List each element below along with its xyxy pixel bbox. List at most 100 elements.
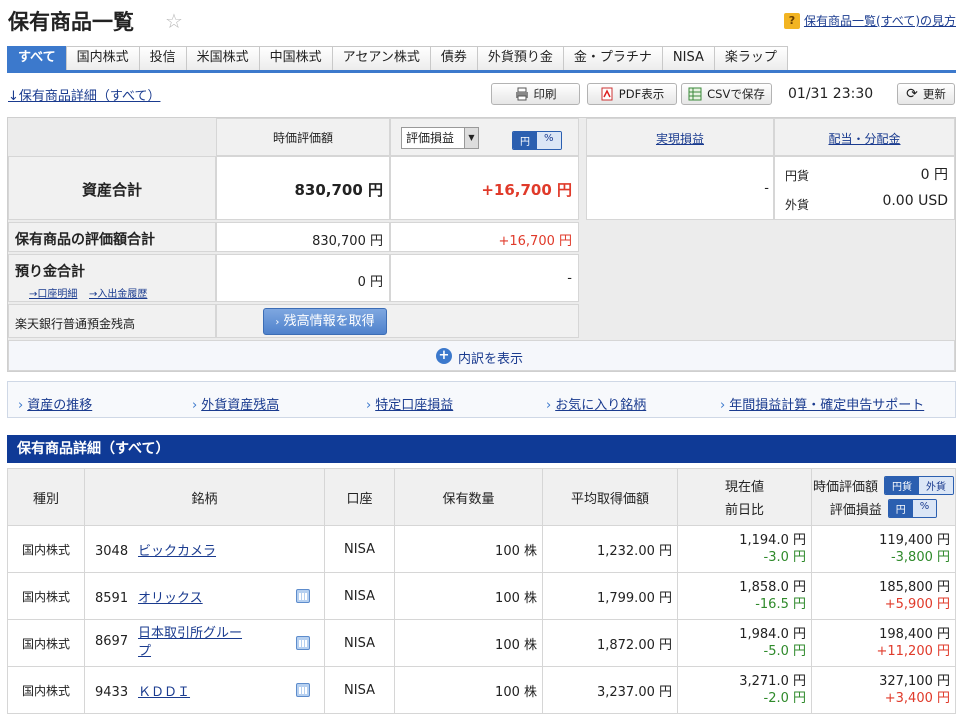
unit-toggle[interactable]: 円 % <box>512 131 562 150</box>
jump-to-detail-link[interactable]: ↓保有商品詳細（すべて） <box>8 85 160 104</box>
star-icon[interactable]: ☆ <box>165 9 183 33</box>
row-account: NISA <box>324 666 395 714</box>
table-row: 国内株式 8697 日本取引所グループ NISA 100 株 1,872.00 円… <box>7 619 956 667</box>
pl-type-select[interactable]: 評価損益 ▼ <box>401 127 479 149</box>
tab-fx-deposit[interactable]: 外貨預り金 <box>476 46 564 70</box>
tab-all[interactable]: すべて <box>7 46 67 70</box>
specific-account-pl-link[interactable]: 特定口座損益 <box>366 394 453 413</box>
bank-balance-label: 楽天銀行普通預金残高 <box>15 317 136 331</box>
unit-percent[interactable]: % <box>537 132 561 149</box>
pl-header: 評価損益 ▼ 円 % <box>390 118 579 156</box>
col-type: 種別 <box>7 468 85 526</box>
row-stock-link[interactable]: オリックス <box>138 591 203 606</box>
tab-asean-stock[interactable]: アセアン株式 <box>331 46 431 70</box>
detail-section-header: 保有商品詳細（すべて） <box>7 435 956 463</box>
deposit-label-cell: 預り金合計 →口座明細 →入出金履歴 <box>8 254 216 302</box>
pdf-button[interactable]: PDF表示 <box>587 83 677 105</box>
product-tabs: すべて 国内株式 投信 米国株式 中国株式 アセアン株式 債券 外貨預り金 金・… <box>7 46 956 73</box>
row-account: NISA <box>324 619 395 667</box>
transfer-history-link[interactable]: →入出金履歴 <box>89 285 147 300</box>
row-stock-link[interactable]: ＫＤＤＩ <box>138 685 190 700</box>
tax-support-link[interactable]: 年間損益計算・確定申告サポート <box>720 394 924 413</box>
row-name-cell: 8591 オリックス <box>84 572 325 620</box>
deposit-total-label: 預り金合計 <box>15 264 85 280</box>
calendar-icon[interactable] <box>296 683 310 697</box>
row-change: -16.5 円 <box>755 597 806 612</box>
get-balance-button[interactable]: › 残高情報を取得 <box>263 308 387 335</box>
csv-button[interactable]: CSVで保存 <box>681 83 772 105</box>
col-qty: 保有数量 <box>394 468 543 526</box>
bank-label-cell: 楽天銀行普通預金残高 <box>8 304 216 338</box>
row-account: NISA <box>324 525 395 573</box>
currency-toggle[interactable]: 円貨 外貨 <box>884 476 954 495</box>
tab-nisa[interactable]: NISA <box>661 46 715 70</box>
pl-unit-yen[interactable]: 円 <box>888 500 913 517</box>
help-link[interactable]: ? 保有商品一覧(すべて)の見方 <box>783 12 956 29</box>
row-name-cell: 3048 ビックカメラ <box>84 525 325 573</box>
row-valuation: 327,100 円 <box>879 674 950 689</box>
row-valuation: 185,800 円 <box>879 580 950 595</box>
row-type: 国内株式 <box>7 619 85 667</box>
currency-jpy[interactable]: 円貨 <box>885 477 919 494</box>
row-code: 8697 <box>95 634 129 649</box>
asset-history-link[interactable]: 資産の推移 <box>18 394 92 413</box>
holdings-total-value: 830,700 円 <box>312 234 383 249</box>
tab-us-stock[interactable]: 米国株式 <box>185 46 260 70</box>
row-qty: 100 株 <box>394 666 543 714</box>
tab-gold-platinum[interactable]: 金・プラチナ <box>562 46 663 70</box>
deposit-pl-cell: - <box>390 254 579 302</box>
unit-yen[interactable]: 円 <box>513 132 537 149</box>
holdings-total-label: 保有商品の評価額合計 <box>15 232 155 248</box>
tab-bond[interactable]: 債券 <box>429 46 478 70</box>
tab-fund[interactable]: 投信 <box>138 46 187 70</box>
pdf-label: PDF表示 <box>618 87 665 101</box>
deposit-value-cell: 0 円 <box>216 254 390 302</box>
dividend-link[interactable]: 配当・分配金 <box>775 130 954 147</box>
refresh-button[interactable]: ⟳ 更新 <box>897 83 955 105</box>
favorites-link[interactable]: お気に入り銘柄 <box>546 394 646 413</box>
currency-fx[interactable]: 外貨 <box>919 477 953 494</box>
row-name-cell: 9433 ＫＤＤＩ <box>84 666 325 714</box>
row-code: 9433 <box>95 684 129 700</box>
row-qty: 100 株 <box>394 619 543 667</box>
calendar-icon[interactable] <box>296 589 310 603</box>
row-avg: 3,237.00 円 <box>542 666 678 714</box>
print-button[interactable]: 印刷 <box>491 83 580 105</box>
realized-pl-link[interactable]: 実現損益 <box>587 130 773 147</box>
asset-summary: 時価評価額 評価損益 ▼ 円 % 実現損益 配当・分配金 資産合計 830,70… <box>7 117 956 372</box>
pl-type-value: 評価損益 <box>406 131 455 145</box>
total-value-cell: 830,700 円 <box>216 156 390 220</box>
get-balance-label: 残高情報を取得 <box>283 314 375 329</box>
row-code: 3048 <box>95 543 129 559</box>
row-type: 国内株式 <box>7 525 85 573</box>
calendar-icon[interactable] <box>296 636 310 650</box>
breakdown-toggle[interactable]: + 内訳を表示 <box>8 340 955 371</box>
realized-header: 実現損益 <box>586 118 774 156</box>
spreadsheet-icon <box>688 87 702 101</box>
row-stock-link[interactable]: 日本取引所グループ <box>138 625 250 661</box>
row-change: -3.0 円 <box>763 550 807 565</box>
col-price-label: 現在値 <box>724 480 764 495</box>
pl-unit-toggle[interactable]: 円% <box>887 499 938 518</box>
tab-domestic-stock[interactable]: 国内株式 <box>65 46 140 70</box>
bank-value-cell: › 残高情報を取得 <box>216 304 579 338</box>
row-valuation: 119,400 円 <box>879 533 950 548</box>
dividend-yen-label: 円貨 <box>785 169 810 183</box>
tab-rakuwrap[interactable]: 楽ラップ <box>713 46 788 70</box>
col-pl-label: 評価損益 <box>829 503 882 518</box>
tab-china-stock[interactable]: 中国株式 <box>258 46 333 70</box>
fx-assets-link[interactable]: 外貨資産残高 <box>192 394 279 413</box>
valuation-header: 時価評価額 <box>216 118 390 156</box>
account-detail-link[interactable]: →口座明細 <box>29 285 77 300</box>
row-stock-link[interactable]: ビックカメラ <box>138 544 216 559</box>
dividend-yen-value: 0 円 <box>920 167 948 183</box>
col-price: 現在値 前日比 <box>677 468 812 526</box>
row-pl: +3,400 円 <box>884 691 950 706</box>
row-valuation-cell: 198,400 円 +11,200 円 <box>811 619 956 667</box>
total-label-cell: 資産合計 <box>8 156 216 220</box>
pl-unit-percent[interactable]: % <box>912 500 937 517</box>
row-type: 国内株式 <box>7 572 85 620</box>
holdings-label-cell: 保有商品の評価額合計 <box>8 222 216 252</box>
row-avg: 1,799.00 円 <box>542 572 678 620</box>
help-link-text[interactable]: 保有商品一覧(すべて)の見方 <box>804 12 956 29</box>
